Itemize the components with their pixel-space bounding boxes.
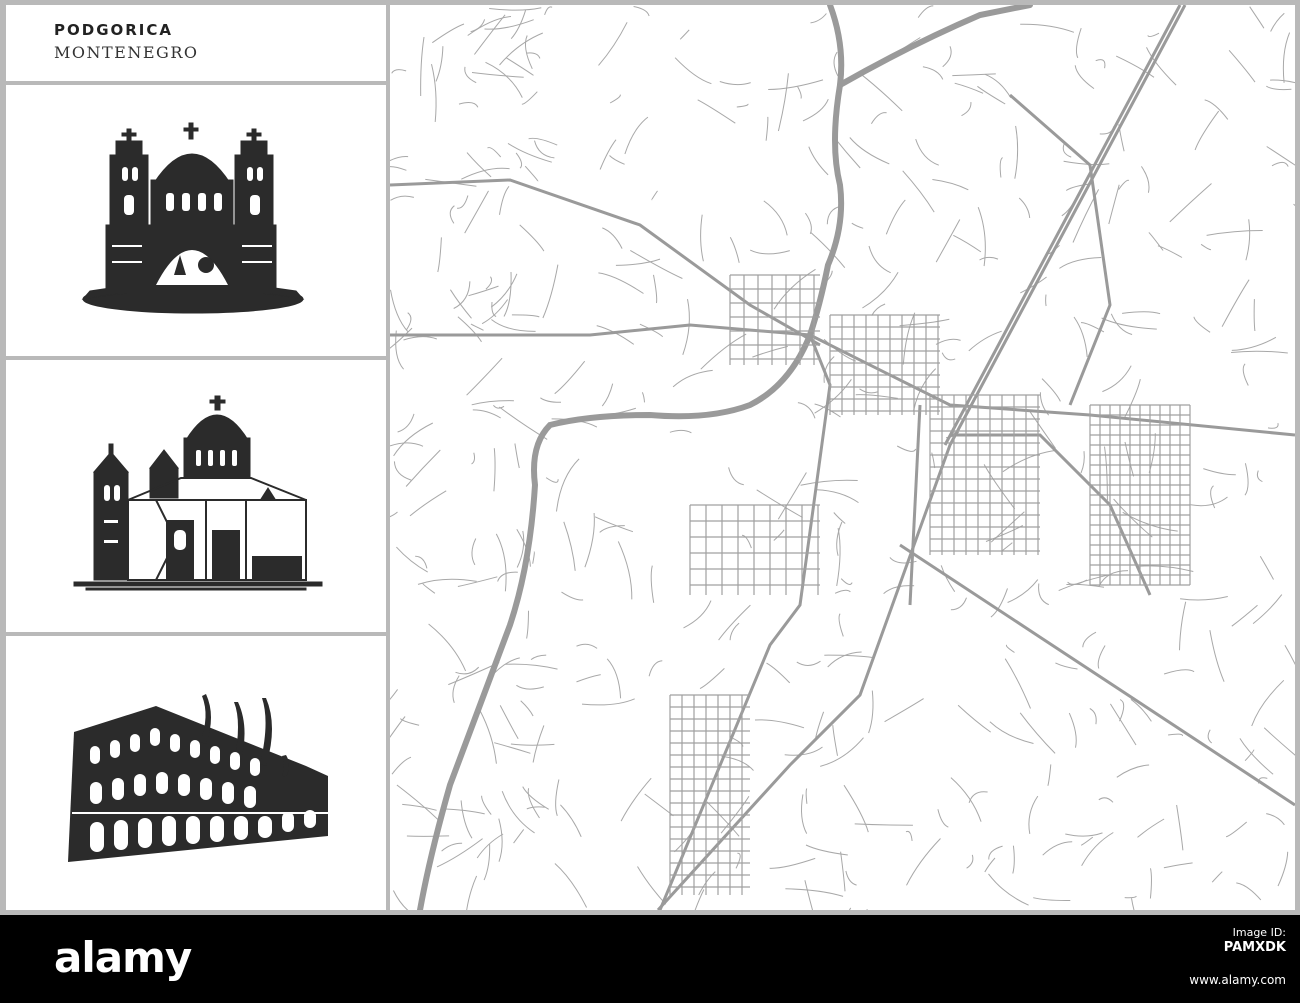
landmark-panel-3: [6, 636, 386, 910]
city-map: [390, 5, 1295, 910]
image-id-value: PAMXDK: [1223, 940, 1286, 955]
alamy-url: www.alamy.com: [1189, 973, 1286, 987]
street-map-drawing: [390, 5, 1295, 910]
footer-bar: alamy Image ID: PAMXDK www.alamy.com: [0, 915, 1300, 1003]
image-id-block: Image ID: PAMXDK: [1224, 925, 1286, 955]
domed-church-icon: [73, 395, 323, 591]
landmark-panel-1: [6, 85, 386, 356]
city-name: PODGORICA: [54, 21, 174, 39]
orthodox-cathedral-icon: [81, 122, 305, 314]
country-name: MONTENEGRO: [54, 43, 199, 62]
title-panel: PODGORICA MONTENEGRO: [6, 5, 386, 81]
alamy-logo: alamy: [54, 933, 192, 982]
image-id-label: Image ID:: [1232, 926, 1286, 939]
arcaded-building-icon: [68, 694, 332, 862]
landmark-panel-2: [6, 360, 386, 632]
poster-frame: PODGORICA MONTENEGRO: [0, 0, 1300, 915]
